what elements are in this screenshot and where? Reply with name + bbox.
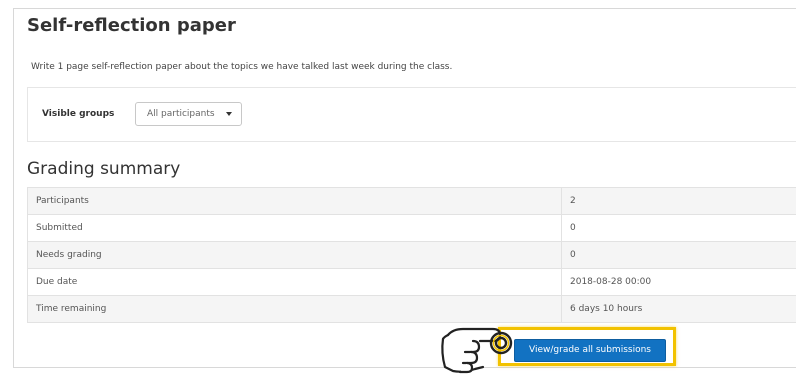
pointing-hand-icon xyxy=(441,327,513,374)
page-title: Self-reflection paper xyxy=(27,15,236,36)
assignment-card: Self-reflection paper Write 1 page self-… xyxy=(13,8,796,368)
table-row: Time remaining 6 days 10 hours xyxy=(27,295,796,323)
summary-value: 2018-08-28 00:00 xyxy=(561,268,796,296)
table-row: Participants 2 xyxy=(27,187,796,215)
grading-summary-table: Participants 2 Submitted 0 Needs grading… xyxy=(27,187,796,323)
table-row: Due date 2018-08-28 00:00 xyxy=(27,268,796,296)
summary-value: 6 days 10 hours xyxy=(561,295,796,323)
assignment-description: Write 1 page self-reflection paper about… xyxy=(31,62,453,72)
group-selector-panel: Visible groups All participants xyxy=(27,87,796,142)
visible-groups-label: Visible groups xyxy=(42,109,115,119)
caret-down-icon xyxy=(226,112,232,116)
summary-label: Needs grading xyxy=(27,241,562,269)
table-row: Submitted 0 xyxy=(27,214,796,242)
summary-label: Due date xyxy=(27,268,562,296)
summary-value: 2 xyxy=(561,187,796,215)
summary-label: Submitted xyxy=(27,214,562,242)
view-grade-all-submissions-button[interactable]: View/grade all submissions xyxy=(514,339,666,362)
summary-value: 0 xyxy=(561,241,796,269)
summary-label: Participants xyxy=(27,187,562,215)
visible-groups-selected-value: All participants xyxy=(147,109,215,119)
visible-groups-select[interactable]: All participants xyxy=(135,102,242,126)
grading-summary-title: Grading summary xyxy=(27,159,181,179)
assignment-page: Self-reflection paper Write 1 page self-… xyxy=(0,0,796,376)
table-row: Needs grading 0 xyxy=(27,241,796,269)
summary-value: 0 xyxy=(561,214,796,242)
